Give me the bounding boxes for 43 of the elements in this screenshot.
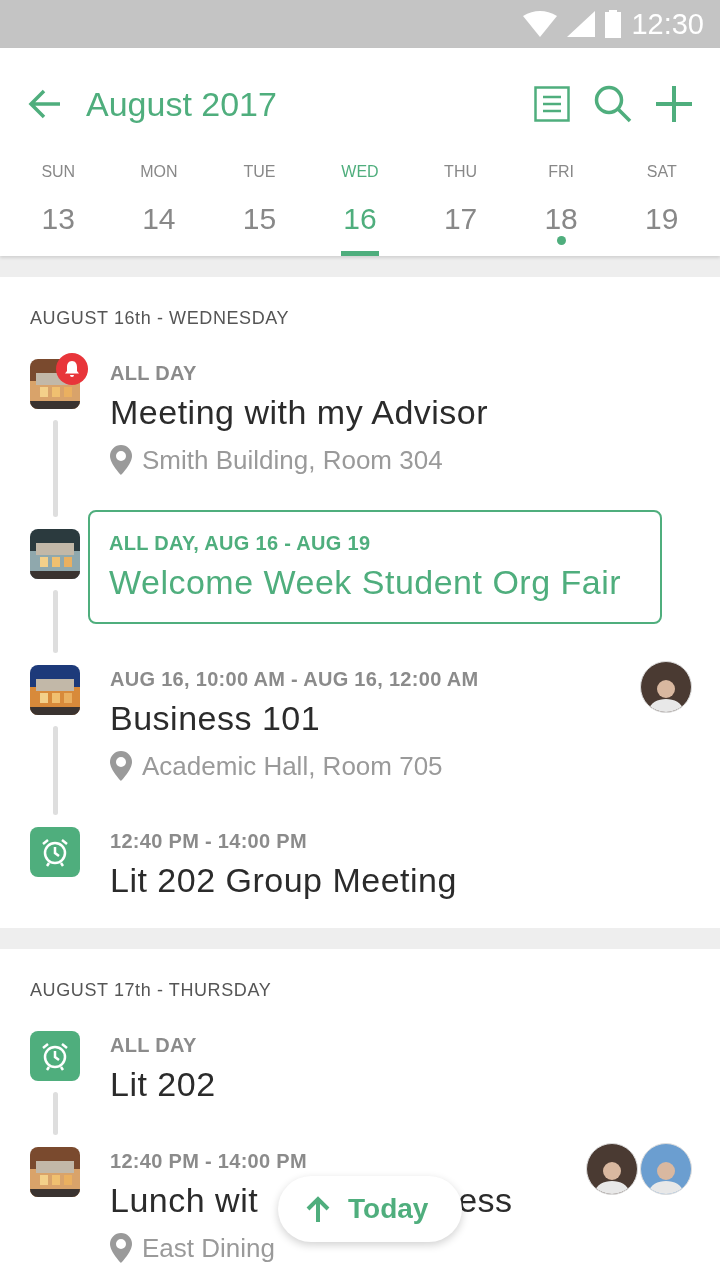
alarm-clock-icon	[30, 827, 80, 877]
event-time: ALL DAY, AUG 16 - AUG 19	[109, 531, 372, 556]
event-title: Lunch wit	[110, 1181, 259, 1219]
day-tab[interactable]: SAT 19	[611, 160, 712, 256]
signal-icon	[567, 11, 596, 37]
event-title: Welcome Week Student Org Fair	[109, 563, 622, 601]
date-heading: AUGUST 17th - THURSDAY	[30, 979, 273, 1001]
location-pin-icon	[110, 445, 132, 475]
list-view-icon[interactable]	[534, 86, 570, 122]
avatar[interactable]	[586, 1143, 638, 1195]
event-title: Meeting with my Advisor	[110, 393, 489, 431]
day-tab[interactable]: TUE 15	[209, 160, 310, 256]
day-tab[interactable]: WED 16	[309, 160, 411, 256]
highlighted-event-card[interactable]: ALL DAY, AUG 16 - AUG 19 Welcome Week Student Org Fair	[88, 510, 662, 624]
day-tab[interactable]: SUN 13	[8, 160, 109, 256]
day-tab[interactable]: FRI 18	[510, 160, 612, 256]
event-location: Smith Building, Room 304	[142, 444, 443, 477]
event-time: AUG 16, 10:00 AM - AUG 16, 12:00 AM	[110, 667, 480, 692]
clock-time: 12:30	[631, 7, 704, 41]
location-pin-icon	[110, 1233, 132, 1263]
selected-underline	[341, 251, 379, 256]
day-tab[interactable]: THU 17	[410, 160, 511, 256]
event-location: Academic Hall, Room 705	[142, 750, 443, 783]
event-time: 12:40 PM - 14:00 PM	[110, 829, 308, 854]
search-icon[interactable]	[594, 85, 632, 123]
event-location: East Dining	[142, 1232, 275, 1265]
event-time: ALL DAY	[110, 1033, 198, 1058]
arrow-up-icon	[306, 1196, 330, 1222]
day-tab[interactable]: MON 14	[108, 160, 210, 256]
event-time: ALL DAY	[110, 361, 198, 386]
back-arrow-icon[interactable]	[28, 89, 62, 119]
event-title: Lit 202 Group Meeting	[110, 861, 457, 899]
event-title: Lit 202	[110, 1065, 216, 1103]
month-title: August 2017	[86, 84, 278, 124]
location-pin-icon	[110, 751, 132, 781]
wifi-icon	[523, 11, 558, 37]
avatar[interactable]	[640, 661, 692, 713]
event-time: 12:40 PM - 14:00 PM	[110, 1149, 308, 1174]
date-heading: AUGUST 16th - WEDNESDAY	[30, 307, 291, 329]
alarm-clock-icon	[30, 1031, 80, 1081]
event-title: Business 101	[110, 699, 321, 737]
add-icon[interactable]	[656, 86, 692, 122]
battery-icon	[605, 10, 622, 38]
